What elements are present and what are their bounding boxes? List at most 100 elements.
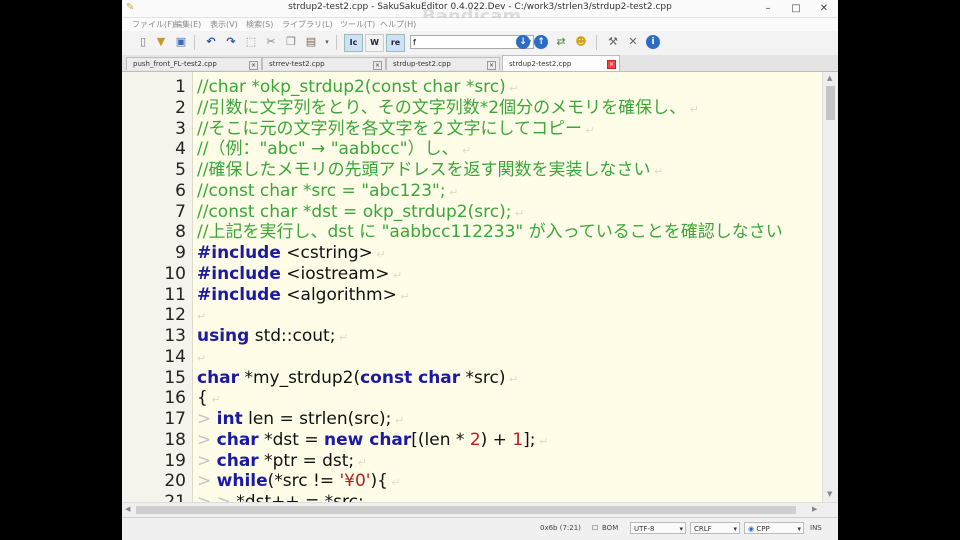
ignore-case-toggle[interactable]: Ic bbox=[344, 34, 363, 52]
tab-strrev[interactable]: strrev-test2.cpp × bbox=[262, 57, 386, 70]
code-line-10: #include <iostream> ↵ bbox=[197, 264, 402, 285]
bookmark-icon[interactable]: ☻ bbox=[574, 35, 588, 49]
code-line-3: //そこに元の文字列を各文字を２文字にしてコピー ↵ bbox=[197, 119, 595, 140]
undo-icon[interactable]: ↶ bbox=[204, 35, 218, 49]
encoding-select[interactable]: UTF-8 ▾ bbox=[630, 522, 686, 534]
indent-marker: > bbox=[197, 451, 217, 471]
line-number: 12 bbox=[164, 305, 186, 325]
open-file-icon[interactable]: ▼ bbox=[154, 35, 168, 49]
language-mode-select[interactable]: ◉ CPP ▾ bbox=[744, 522, 804, 534]
code-line-9: #include <cstring> ↵ bbox=[197, 243, 386, 264]
code-text: ){ bbox=[370, 471, 388, 491]
tab-strdup2[interactable]: strdup2-test2.cpp × bbox=[502, 55, 620, 71]
regex-toggle[interactable]: re bbox=[386, 34, 405, 52]
keyword: #include bbox=[197, 243, 281, 263]
code-text: std::cout; bbox=[249, 326, 336, 346]
tab-strdup[interactable]: strdup-test2.cpp × bbox=[386, 57, 500, 70]
vertical-scrollbar[interactable]: ▲ ▼ bbox=[822, 72, 838, 502]
line-number: 13 bbox=[164, 326, 186, 346]
maximize-icon[interactable]: □ bbox=[782, 0, 810, 17]
menu-view[interactable]: 表示(V) bbox=[210, 19, 238, 30]
tools-icon[interactable]: ⚒ bbox=[606, 35, 620, 49]
code-text: *my_strdup2( bbox=[239, 368, 361, 388]
settings-icon[interactable]: ✕ bbox=[626, 35, 640, 49]
redo-icon[interactable]: ↷ bbox=[224, 35, 238, 49]
tab-close-icon[interactable]: × bbox=[249, 61, 258, 70]
scroll-right-icon[interactable]: ▶ bbox=[812, 505, 817, 513]
line-number: 20 bbox=[164, 471, 186, 491]
line-number: 4 bbox=[175, 139, 186, 159]
line-number: 15 bbox=[164, 368, 186, 388]
menu-file[interactable]: ファイル(F) bbox=[132, 19, 175, 30]
copy-icon[interactable]: ❐ bbox=[284, 35, 298, 49]
scroll-up-icon[interactable]: ▲ bbox=[827, 74, 832, 82]
line-number: 19 bbox=[164, 451, 186, 471]
menu-library[interactable]: ライブラリ(L) bbox=[282, 19, 333, 30]
paste-dropdown-icon[interactable]: ▾ bbox=[320, 35, 334, 49]
line-ending-select[interactable]: CRLF ▾ bbox=[690, 522, 740, 534]
horizontal-scrollbar[interactable]: ◀ ▶ bbox=[122, 502, 838, 517]
scrollbar-thumb[interactable] bbox=[826, 86, 835, 120]
tab-close-icon[interactable]: × bbox=[607, 60, 616, 69]
save-icon[interactable]: ▣ bbox=[174, 35, 188, 49]
close-icon[interactable]: ✕ bbox=[810, 0, 838, 17]
menu-edit[interactable]: 編集(E) bbox=[174, 19, 201, 30]
keyword: int bbox=[216, 409, 243, 429]
menu-search[interactable]: 検索(S) bbox=[246, 19, 273, 30]
toolbar-separator bbox=[336, 35, 337, 50]
scroll-down-icon[interactable]: ▼ bbox=[827, 490, 832, 498]
line-ending-value: CRLF bbox=[694, 525, 712, 533]
code-text: ) + bbox=[480, 430, 513, 450]
comment-text: //引数に文字列をとり、その文字列数*2個分のメモリを確保し、 bbox=[197, 98, 687, 118]
number-literal: 1 bbox=[512, 430, 524, 450]
line-number: 10 bbox=[164, 264, 186, 284]
find-prev-icon[interactable]: ↑ bbox=[534, 35, 548, 49]
line-number: 16 bbox=[164, 388, 186, 408]
code-text: (*src != bbox=[267, 471, 340, 491]
line-number: 6 bbox=[175, 181, 186, 201]
chevron-down-icon[interactable]: ▾ bbox=[679, 523, 683, 535]
code-line-1: //char *okp_strdup2(const char *src) ↵ bbox=[197, 77, 519, 98]
info-icon[interactable]: i bbox=[646, 35, 660, 49]
replace-icon[interactable]: ⇄ bbox=[554, 35, 568, 49]
keyword: const char bbox=[360, 368, 461, 388]
line-number: 18 bbox=[164, 430, 186, 450]
paste-icon[interactable]: ▤ bbox=[304, 35, 318, 49]
code-line-16: { ↵ bbox=[197, 388, 221, 409]
scrollbar-thumb[interactable] bbox=[136, 506, 796, 514]
tab-push-front[interactable]: push_front_FL-test2.cpp × bbox=[126, 57, 262, 70]
menu-help[interactable]: ヘルプ(H) bbox=[380, 19, 416, 30]
chevron-down-icon[interactable]: ▾ bbox=[733, 523, 737, 535]
menu-tools[interactable]: ツール(T) bbox=[340, 19, 375, 30]
eol-marker: ↵ bbox=[581, 124, 595, 137]
bom-checkbox-icon[interactable]: ☐ bbox=[592, 524, 598, 532]
tab-label: push_front_FL-test2.cpp bbox=[133, 60, 217, 68]
select-box-icon[interactable]: ⬚ bbox=[244, 35, 258, 49]
find-next-icon[interactable]: ↓ bbox=[516, 35, 530, 49]
new-file-icon[interactable]: ▯ bbox=[136, 35, 150, 49]
eol-marker: ↵ bbox=[207, 393, 221, 406]
tab-bar: push_front_FL-test2.cpp × strrev-test2.c… bbox=[122, 55, 838, 72]
cut-icon[interactable]: ✂ bbox=[264, 35, 278, 49]
eol-marker: ↵ bbox=[389, 269, 403, 282]
code-line-11: #include <algorithm> ↵ bbox=[197, 285, 410, 306]
eol-marker: ↵ bbox=[396, 290, 410, 303]
chevron-down-icon[interactable]: ▾ bbox=[797, 523, 801, 535]
insert-mode: INS bbox=[810, 524, 822, 532]
scroll-left-icon[interactable]: ◀ bbox=[125, 505, 130, 513]
code-text: ]; bbox=[523, 430, 536, 450]
line-number: 11 bbox=[164, 285, 186, 305]
tab-close-icon[interactable]: × bbox=[487, 61, 496, 70]
minimize-icon[interactable]: – bbox=[754, 0, 782, 17]
whole-word-toggle[interactable]: W bbox=[365, 34, 384, 52]
encoding-value: UTF-8 bbox=[634, 525, 655, 533]
tab-close-icon[interactable]: × bbox=[373, 61, 382, 70]
code-line-2: //引数に文字列をとり、その文字列数*2個分のメモリを確保し、 ↵ bbox=[197, 98, 699, 119]
eol-marker: ↵ bbox=[372, 248, 386, 261]
line-number: 2 bbox=[175, 98, 186, 118]
code-line-18: > char *dst = new char[(len * 2) + 1]; ↵ bbox=[197, 430, 548, 451]
code-line-7: //const char *dst = okp_strdup2(src); ↵ bbox=[197, 202, 524, 223]
code-editor[interactable]: 1 2 3 4 5 6 7 8 9 10 11 12 13 14 15 16 1… bbox=[122, 72, 838, 502]
code-text: { bbox=[197, 388, 208, 408]
eol-marker: ↵ bbox=[650, 165, 664, 178]
